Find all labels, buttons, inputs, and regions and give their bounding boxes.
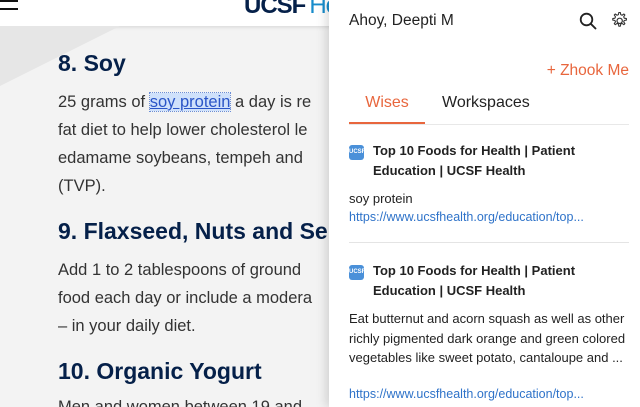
logo-prefix: UCSF: [244, 0, 306, 19]
paragraph-flaxseed-line-1: Add 1 to 2 tablespoons of ground: [58, 261, 302, 279]
card-divider: [349, 242, 629, 243]
menu-icon[interactable]: [0, 0, 20, 12]
heading-soy: 8. Soy: [58, 50, 126, 76]
tabs-divider: [349, 124, 629, 125]
site-logo[interactable]: UCSF He: [244, 0, 339, 20]
ucsf-favicon-icon: UCSF: [349, 145, 365, 160]
highlighted-selection[interactable]: soy protein: [148, 92, 232, 112]
card-link[interactable]: https://www.ucsfhealth.org/education/top…: [349, 210, 584, 224]
zhook-me-button[interactable]: + Zhook Me: [547, 62, 629, 80]
heading-flaxseed: 9. Flaxseed, Nuts and Se: [58, 218, 328, 244]
card-snippet: Eat butternut and acorn squash as well a…: [349, 311, 626, 365]
tab-workspaces[interactable]: Workspaces: [442, 94, 530, 112]
paragraph-soy-line-3: edamame soybeans, tempeh and: [58, 149, 303, 167]
paragraph-flaxseed-line-2: food each day or include a modera: [58, 289, 313, 307]
panel-tabs: Wises Workspaces: [349, 92, 629, 124]
card-title[interactable]: Top 10 Foods for Health | Patient Educat…: [373, 141, 629, 180]
heading-yogurt: 10. Organic Yogurt: [58, 358, 262, 384]
greeting: Ahoy, Deepti M: [349, 12, 454, 29]
tab-wises[interactable]: Wises: [349, 94, 425, 124]
card-snippet: soy protein: [349, 191, 413, 206]
card-title[interactable]: Top 10 Foods for Health | Patient Educat…: [373, 261, 629, 300]
text-run: a day is re: [230, 93, 312, 111]
wise-card[interactable]: UCSF Top 10 Foods for Health | Patient E…: [349, 261, 629, 407]
gear-icon[interactable]: [609, 11, 629, 31]
wise-card[interactable]: UCSF Top 10 Foods for Health | Patient E…: [349, 141, 629, 231]
paragraph-soy-line-1: 25 grams of soy protein a day is re: [58, 88, 311, 116]
paragraph-yogurt-line-1: Men and women between 19 and: [58, 398, 303, 407]
text-run: 25 grams of: [58, 93, 150, 111]
card-link[interactable]: https://www.ucsfhealth.org/education/top…: [349, 387, 584, 401]
paragraph-flaxseed-line-3: – in your daily diet.: [58, 317, 196, 335]
search-icon[interactable]: [579, 12, 597, 30]
ucsf-favicon-icon: UCSF: [349, 265, 365, 280]
wise-side-panel: Ahoy, Deepti M + Zhook Me Wises Workspac…: [329, 0, 640, 407]
paragraph-soy-line-2: fat diet to help lower cholesterol le: [58, 121, 308, 139]
paragraph-soy-line-4: (TVP).: [58, 177, 106, 195]
